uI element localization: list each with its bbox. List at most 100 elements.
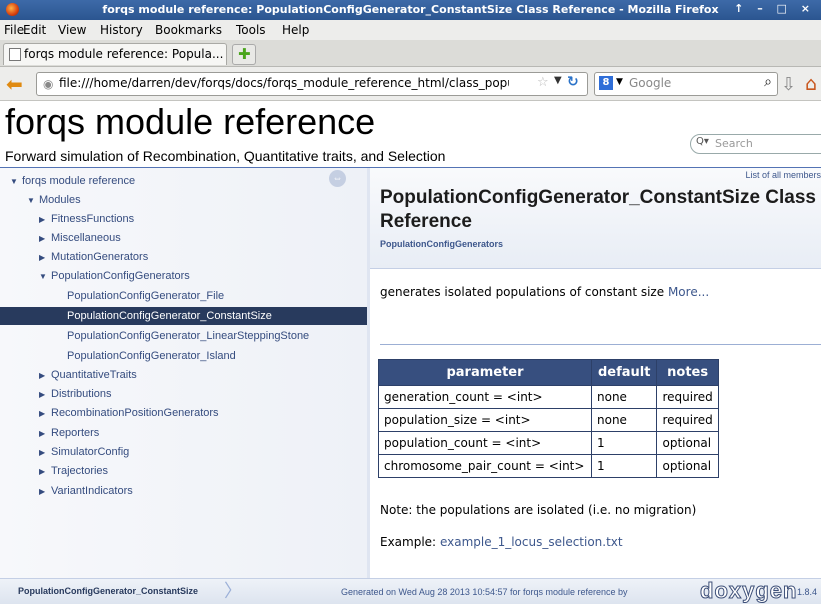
nav-item-label: Modules (39, 194, 81, 206)
nav-item-populationconfiggenerator-constantsize[interactable]: PopulationConfigGenerator_ConstantSize (0, 307, 367, 325)
home-icon[interactable]: ⌂ (805, 73, 817, 95)
collapsed-arrow-icon: ▶ (39, 409, 46, 418)
sync-icon[interactable]: ⇔ (329, 170, 346, 187)
collapsed-arrow-icon: ▶ (39, 390, 46, 399)
nav-item-simulatorconfig[interactable]: ▶ SimulatorConfig (39, 443, 129, 461)
nav-item-label: PopulationConfigGenerator_LinearStepping… (67, 330, 310, 342)
globe-icon: ◉ (43, 77, 54, 91)
nav-item-label: PopulationConfigGenerators (51, 270, 190, 282)
nav-item-label: forqs module reference (22, 175, 136, 187)
example-link[interactable]: example_1_locus_selection.txt (440, 535, 623, 549)
nav-item-modules[interactable]: ▼ Modules (27, 191, 81, 209)
nav-item-label: Distributions (51, 388, 112, 400)
bookmark-star-icon[interactable]: ☆ (537, 75, 549, 90)
page-favicon-icon (9, 48, 21, 61)
nav-item-mutationgenerators[interactable]: ▶ MutationGenerators (39, 248, 148, 266)
collapsed-arrow-icon: ▶ (39, 253, 46, 262)
table-header-row: parameter default notes (378, 359, 719, 386)
menu-tools[interactable]: Tools (236, 23, 266, 37)
table-cell: none (590, 385, 658, 409)
nav-item-label: Reporters (51, 427, 100, 439)
nav-item-label: Miscellaneous (51, 232, 121, 244)
more-link[interactable]: More... (668, 285, 709, 299)
url-bar[interactable]: ◉ file:///home/darren/dev/forqs/docs/for… (36, 72, 588, 96)
window-controls[interactable]: ↑ – □ × (734, 2, 815, 15)
table-cell: required (656, 408, 719, 432)
tab-bar: forqs module reference: Popula... ✚ (0, 40, 821, 67)
tab-title: forqs module reference: Popula... (24, 47, 224, 61)
menu-bar: File Edit View History Bookmarks Tools H… (0, 20, 821, 40)
nav-item-label: SimulatorConfig (51, 446, 130, 458)
class-brief: generates isolated populations of consta… (380, 285, 709, 299)
parameter-table: parameter default notes generation_count… (378, 359, 719, 478)
nav-item-variantindicators[interactable]: ▶ VariantIndicators (39, 482, 133, 500)
doxygen-version: 1.8.4 (797, 587, 818, 597)
table-cell: population_count = <int> (378, 431, 592, 455)
menu-bookmarks[interactable]: Bookmarks (155, 23, 222, 37)
expanded-arrow-icon: ▼ (27, 196, 35, 205)
menu-help[interactable]: Help (282, 23, 309, 37)
nav-item-trajectories[interactable]: ▶ Trajectories (39, 462, 108, 480)
nav-item-label: MutationGenerators (51, 251, 149, 263)
search-engine-dropdown-icon[interactable]: ▼ (616, 77, 623, 87)
table-cell: none (590, 408, 658, 432)
table-row: population_size = <int> none required (378, 408, 719, 432)
doxygen-logo[interactable]: doxygen (699, 579, 797, 602)
url-text: file:///home/darren/dev/forqs/docs/forqs… (59, 76, 509, 90)
nav-item-label: FitnessFunctions (51, 213, 135, 225)
collapsed-arrow-icon: ▶ (39, 215, 46, 224)
menu-history[interactable]: History (100, 23, 143, 37)
reload-icon[interactable]: ↻ (567, 74, 579, 90)
google-icon[interactable]: 8 (599, 76, 613, 90)
nav-item-forqs-module-reference[interactable]: ▼ forqs module reference (10, 172, 135, 190)
nav-item-distributions[interactable]: ▶ Distributions (39, 385, 112, 403)
all-members-link[interactable]: List of all members (745, 170, 821, 180)
table-cell: chromosome_pair_count = <int> (378, 454, 592, 478)
table-cell: optional (656, 431, 719, 455)
nav-item-label: PopulationConfigGenerator_File (67, 290, 225, 302)
table-cell: optional (656, 454, 719, 478)
table-cell: 1 (590, 431, 658, 455)
plus-icon: ✚ (238, 45, 251, 63)
table-cell: generation_count = <int> (378, 385, 592, 409)
example-line: Example: example_1_locus_selection.txt (380, 535, 623, 549)
collapsed-arrow-icon: ▶ (39, 467, 46, 476)
nav-item-populationconfiggenerators[interactable]: ▼ PopulationConfigGenerators (39, 267, 190, 285)
nav-item-label: QuantitativeTraits (51, 369, 137, 381)
search-icon[interactable]: ⌕ (764, 74, 772, 90)
nav-item-reporters[interactable]: ▶ Reporters (39, 424, 99, 442)
nav-item-label: PopulationConfigGenerator_Island (67, 350, 236, 362)
navigation-bar: ⬅ ◉ file:///home/darren/dev/forqs/docs/f… (0, 67, 821, 101)
nav-item-quantitativetraits[interactable]: ▶ QuantitativeTraits (39, 366, 137, 384)
menu-file[interactable]: File (4, 23, 24, 37)
nav-item-populationconfiggenerator-island[interactable]: PopulationConfigGenerator_Island (67, 347, 236, 365)
nav-item-label: RecombinationPositionGenerators (51, 407, 219, 419)
nav-item-miscellaneous[interactable]: ▶ Miscellaneous (39, 229, 121, 247)
nav-item-label: VariantIndicators (51, 485, 133, 497)
isolation-note: Note: the populations are isolated (i.e.… (380, 503, 697, 517)
nav-item-label: Trajectories (51, 465, 109, 477)
breadcrumb[interactable]: PopulationConfigGenerator_ConstantSize (0, 579, 214, 604)
nav-item-fitnessfunctions[interactable]: ▶ FitnessFunctions (39, 210, 134, 228)
ingroup-link[interactable]: PopulationConfigGenerators (380, 239, 503, 249)
doc-search-input[interactable]: Q▾ Search (690, 134, 821, 154)
generated-text: Generated on Wed Aug 28 2013 10:54:57 fo… (341, 587, 628, 597)
new-tab-button[interactable]: ✚ (232, 44, 256, 65)
nav-path-footer: PopulationConfigGenerator_ConstantSize 〉… (0, 578, 821, 604)
project-name: forqs module reference (5, 101, 376, 142)
back-button[interactable]: ⬅ (6, 74, 23, 94)
table-cell: 1 (590, 454, 658, 478)
menu-edit[interactable]: Edit (23, 23, 46, 37)
nav-item-populationconfiggenerator-file[interactable]: PopulationConfigGenerator_File (67, 287, 224, 305)
menu-view[interactable]: View (58, 23, 86, 37)
nav-item-recombinationpositiongenerators[interactable]: ▶ RecombinationPositionGenerators (39, 404, 219, 422)
url-dropdown-icon[interactable]: ▼ (554, 75, 562, 86)
web-search-bar[interactable]: 8 ▼ Google ⌕ (594, 72, 778, 96)
nav-item-populationconfiggenerator-linearsteppingstone[interactable]: PopulationConfigGenerator_LinearStepping… (67, 327, 309, 345)
tab-forqs-reference[interactable]: forqs module reference: Popula... (3, 43, 227, 65)
column-header-default: default (590, 359, 658, 386)
doc-content: List of all members PopulationConfigGene… (370, 168, 821, 578)
search-icon: Q▾ (696, 136, 709, 147)
download-icon[interactable]: ⇩ (781, 74, 796, 95)
table-row: population_count = <int> 1 optional (378, 431, 719, 455)
